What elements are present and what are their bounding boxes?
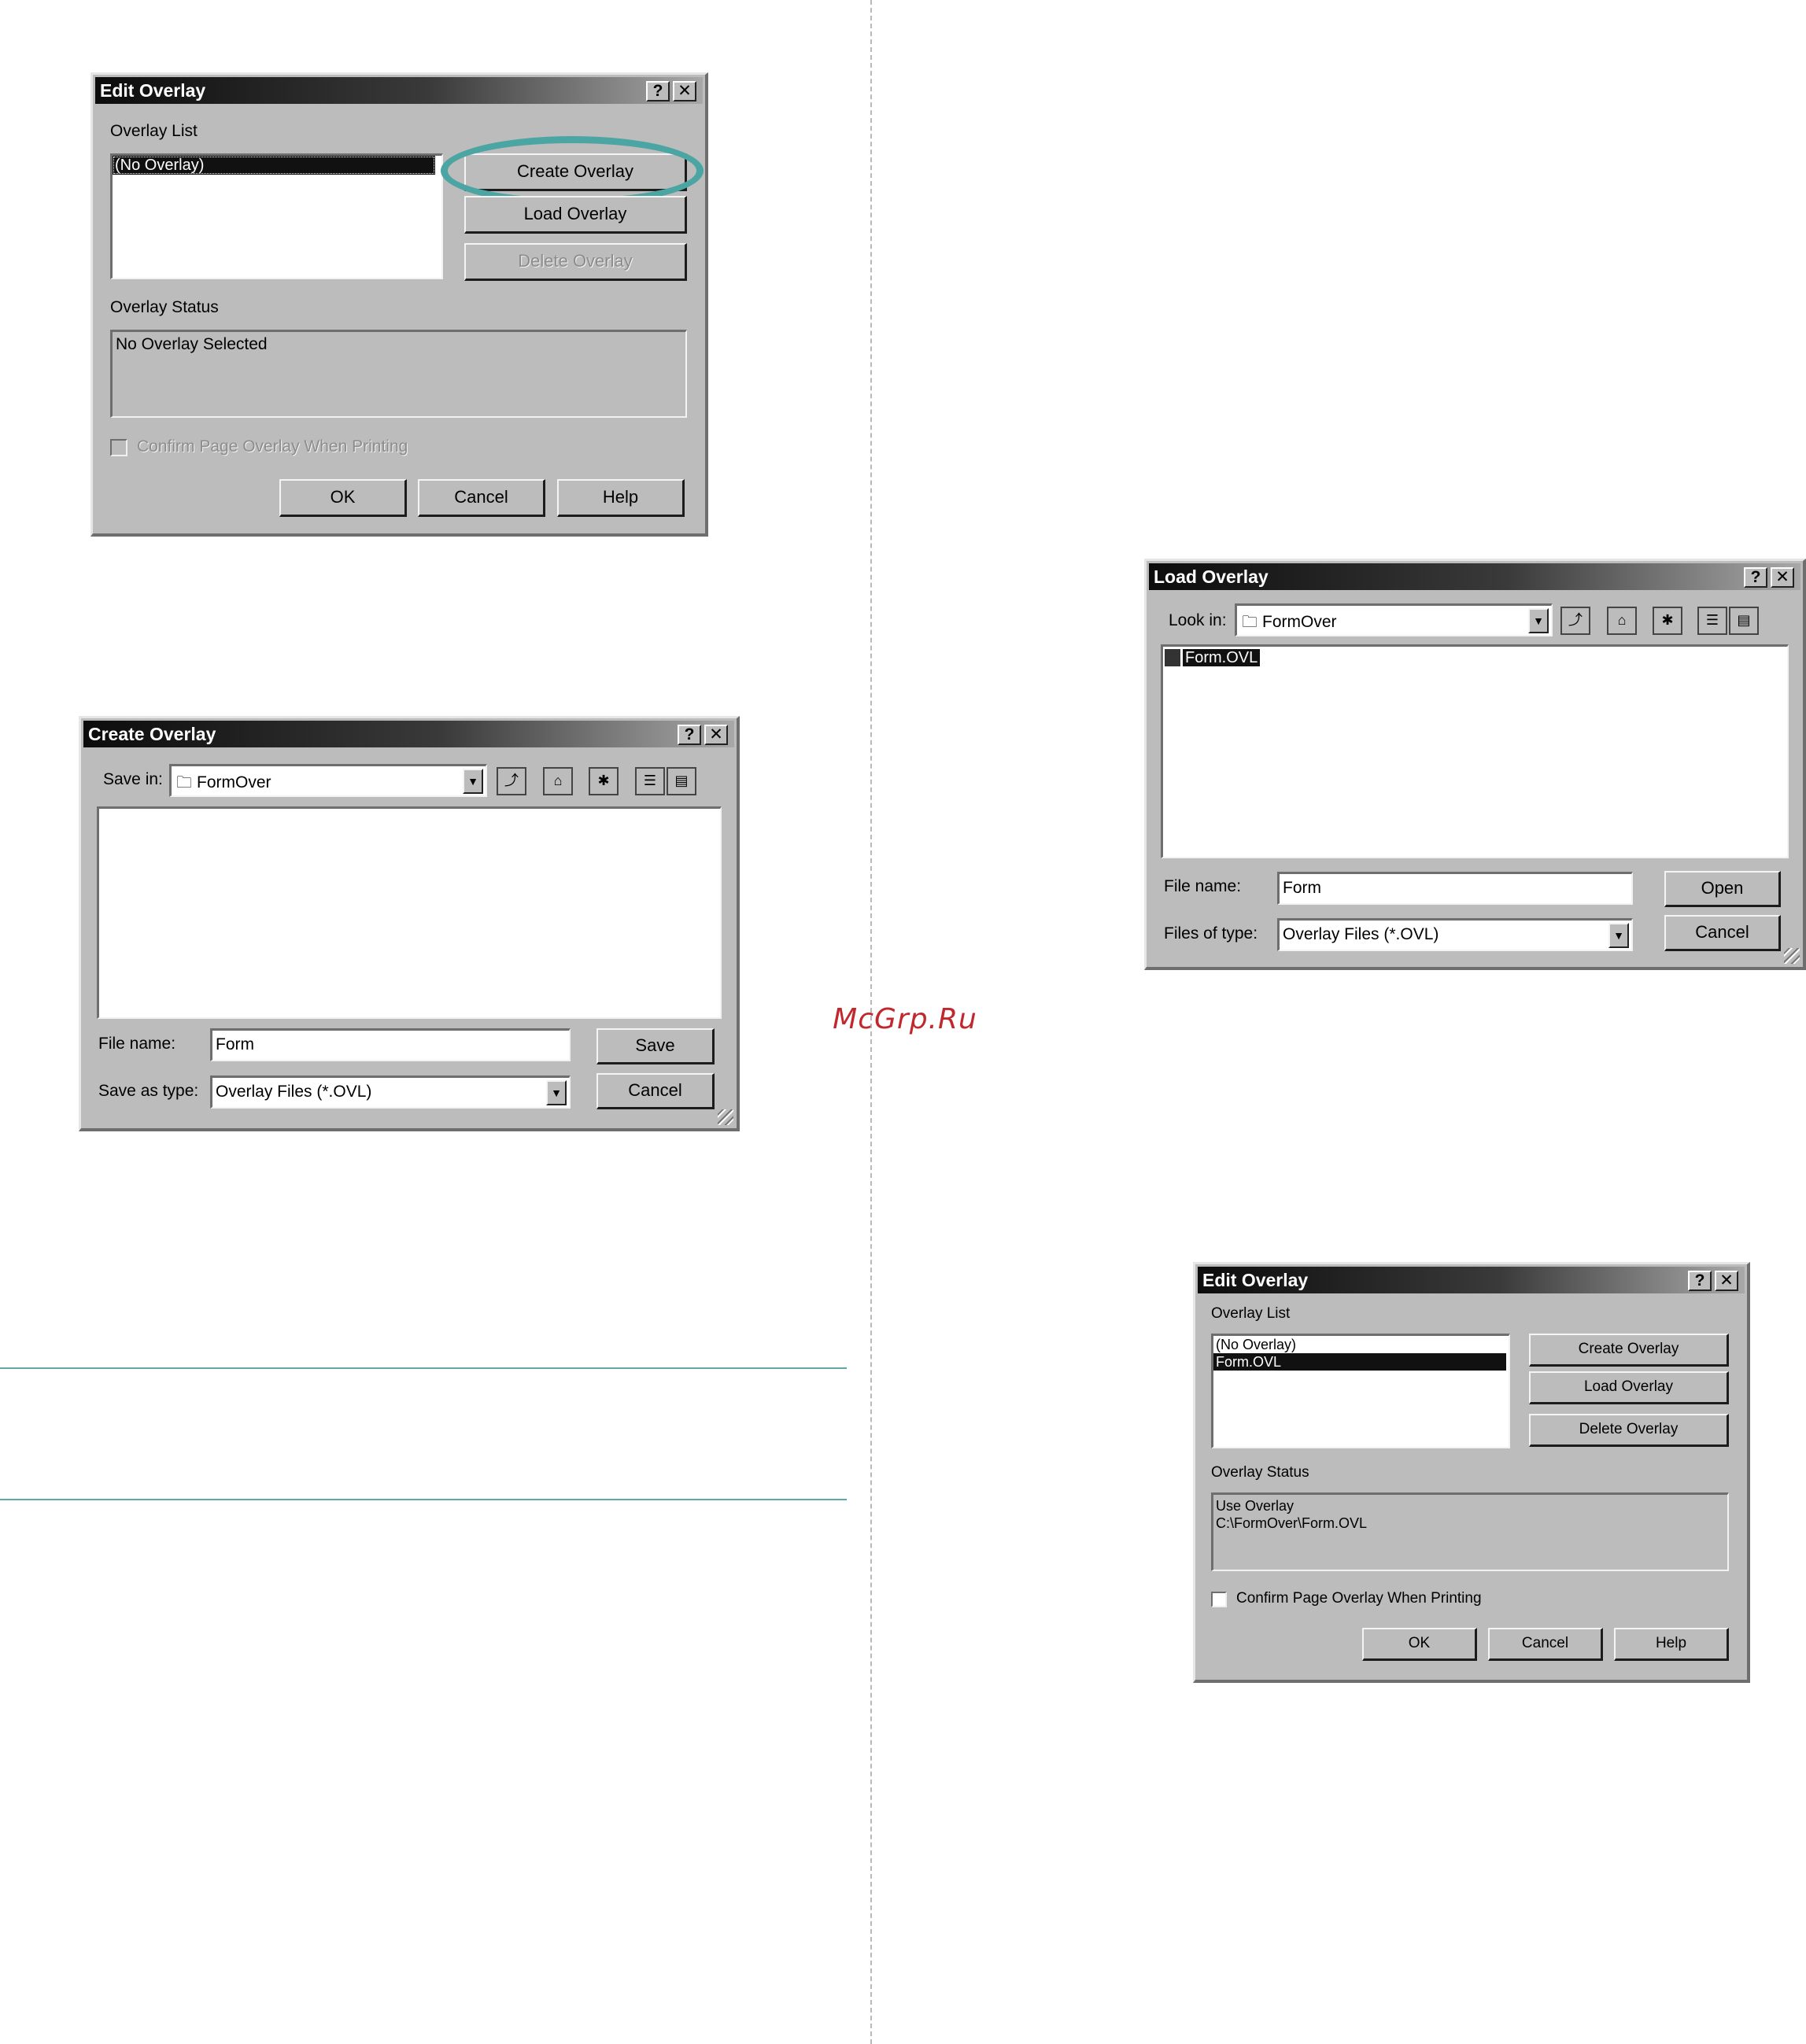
overlay-list[interactable]: (No Overlay) Form.OVL [1211, 1334, 1510, 1448]
folder-icon: 🗀 [1242, 614, 1258, 631]
dialog-title: Edit Overlay [100, 80, 206, 101]
title-bar: Edit Overlay ? ✕ [95, 77, 703, 104]
close-icon[interactable]: ✕ [704, 725, 728, 745]
details-view-icon[interactable]: ▤ [1729, 607, 1759, 635]
overlay-list[interactable]: (No Overlay) [110, 153, 443, 279]
dialog-title: Create Overlay [88, 724, 216, 744]
file-icon [1165, 649, 1180, 667]
title-bar: Create Overlay ? ✕ [83, 721, 734, 747]
cancel-button[interactable]: Cancel [596, 1073, 715, 1109]
list-view-icon[interactable]: ☰ [1697, 607, 1727, 635]
desktop-icon[interactable]: ⌂ [1607, 607, 1637, 635]
close-icon[interactable]: ✕ [1715, 1271, 1738, 1291]
overlay-status-box: Use Overlay C:\FormOver\Form.OVL [1211, 1492, 1729, 1571]
ok-button[interactable]: OK [1362, 1628, 1477, 1661]
highlight-ring [441, 136, 704, 205]
overlay-list-label: Overlay List [110, 122, 198, 140]
delete-overlay-button[interactable]: Delete Overlay [1529, 1414, 1729, 1447]
title-bar: Edit Overlay ? ✕ [1198, 1267, 1745, 1293]
overlay-status-line1: Use Overlay [1216, 1498, 1294, 1514]
help-title-button[interactable]: ? [678, 725, 701, 745]
load-overlay-button[interactable]: Load Overlay [464, 196, 687, 234]
chevron-down-icon[interactable]: ▼ [1608, 923, 1629, 948]
look-in-label: Look in: [1169, 611, 1227, 629]
list-item[interactable]: Form.OVL [1165, 648, 1261, 667]
dialog-title: Load Overlay [1154, 566, 1269, 587]
cancel-button[interactable]: Cancel [1488, 1628, 1603, 1661]
list-item-no-overlay[interactable]: (No Overlay) [1213, 1336, 1298, 1353]
open-button[interactable]: Open [1664, 871, 1781, 907]
close-icon[interactable]: ✕ [1771, 567, 1794, 588]
file-name-input[interactable]: Form [1277, 872, 1633, 905]
file-name-value: Form [216, 1035, 254, 1053]
section-rule-top [0, 1367, 847, 1369]
title-bar: Load Overlay ? ✕ [1149, 563, 1800, 590]
look-in-value: 🗀 FormOver [1242, 611, 1337, 637]
chevron-down-icon[interactable]: ▼ [1528, 608, 1549, 633]
save-button[interactable]: Save [596, 1028, 715, 1064]
file-list[interactable] [97, 806, 722, 1019]
confirm-checkbox[interactable] [1211, 1592, 1227, 1607]
overlay-list-label: Overlay List [1211, 1305, 1291, 1322]
create-overlay-button[interactable]: Create Overlay [1529, 1334, 1729, 1367]
cancel-button[interactable]: Cancel [1664, 915, 1781, 951]
dialog-title: Edit Overlay [1202, 1270, 1309, 1290]
save-as-type-label: Save as type: [98, 1082, 199, 1100]
overlay-status-label: Overlay Status [1211, 1464, 1309, 1481]
close-icon[interactable]: ✕ [673, 81, 696, 101]
help-button[interactable]: Help [557, 479, 685, 517]
ok-button[interactable]: OK [279, 479, 407, 517]
create-overlay-dialog: Create Overlay ? ✕ Save in: 🗀 FormOver ▼ … [79, 716, 740, 1131]
load-overlay-button[interactable]: Load Overlay [1529, 1371, 1729, 1404]
files-of-type-value: Overlay Files (*.OVL) [1283, 925, 1439, 943]
confirm-checkbox[interactable] [110, 439, 127, 456]
edit-overlay-dialog: Edit Overlay ? ✕ Overlay List (No Overla… [90, 72, 708, 537]
save-as-type-combo[interactable]: Overlay Files (*.OVL) ▼ [210, 1075, 571, 1109]
confirm-label: Confirm Page Overlay When Printing [1236, 1590, 1482, 1607]
chevron-down-icon[interactable]: ▼ [546, 1080, 567, 1105]
section-rule-bottom [0, 1499, 847, 1500]
files-of-type-combo[interactable]: Overlay Files (*.OVL) ▼ [1277, 918, 1633, 951]
desktop-icon[interactable]: ⌂ [543, 767, 573, 795]
load-overlay-dialog: Load Overlay ? ✕ Look in: 🗀 FormOver ▼ ⤴ … [1144, 559, 1806, 970]
resize-grip-icon[interactable] [1784, 948, 1800, 964]
file-name-label: File name: [98, 1035, 176, 1053]
file-name-label: File name: [1164, 877, 1242, 895]
confirm-label: Confirm Page Overlay When Printing [137, 437, 408, 456]
save-in-label: Save in: [103, 770, 163, 788]
help-title-button[interactable]: ? [646, 81, 670, 101]
overlay-status-label: Overlay Status [110, 298, 219, 316]
save-in-combo[interactable]: 🗀 FormOver ▼ [169, 764, 487, 797]
details-view-icon[interactable]: ▤ [667, 767, 696, 795]
cancel-button[interactable]: Cancel [418, 479, 545, 517]
list-view-icon[interactable]: ☰ [635, 767, 665, 795]
up-one-level-icon[interactable]: ⤴ [1560, 607, 1590, 635]
files-of-type-label: Files of type: [1164, 924, 1258, 943]
edit-overlay-dialog-loaded: Edit Overlay ? ✕ Overlay List (No Overla… [1193, 1262, 1750, 1683]
chevron-down-icon[interactable]: ▼ [463, 769, 483, 794]
overlay-status-text: No Overlay Selected [116, 335, 268, 353]
folder-icon: 🗀 [176, 774, 192, 791]
help-title-button[interactable]: ? [1688, 1271, 1712, 1291]
list-item-no-overlay[interactable]: (No Overlay) [113, 156, 435, 175]
resize-grip-icon[interactable] [718, 1109, 733, 1125]
overlay-status-box: No Overlay Selected [110, 330, 687, 418]
list-item-form-ovl[interactable]: Form.OVL [1213, 1353, 1506, 1371]
save-as-type-value: Overlay Files (*.OVL) [216, 1083, 372, 1101]
file-list[interactable]: Form.OVL [1161, 644, 1789, 858]
new-folder-icon[interactable]: ✱ [1653, 607, 1682, 635]
overlay-status-path: C:\FormOver\Form.OVL [1216, 1515, 1368, 1531]
watermark: McGrp.Ru [833, 1003, 977, 1035]
file-name-value: Form [1283, 879, 1321, 897]
help-title-button[interactable]: ? [1744, 567, 1767, 588]
help-button[interactable]: Help [1614, 1628, 1729, 1661]
up-one-level-icon[interactable]: ⤴ [497, 767, 526, 795]
look-in-combo[interactable]: 🗀 FormOver ▼ [1235, 603, 1553, 636]
file-name-input[interactable]: Form [210, 1028, 571, 1061]
delete-overlay-button[interactable]: Delete Overlay [464, 243, 687, 281]
new-folder-icon[interactable]: ✱ [589, 767, 619, 795]
save-in-value: 🗀 FormOver [176, 771, 271, 798]
